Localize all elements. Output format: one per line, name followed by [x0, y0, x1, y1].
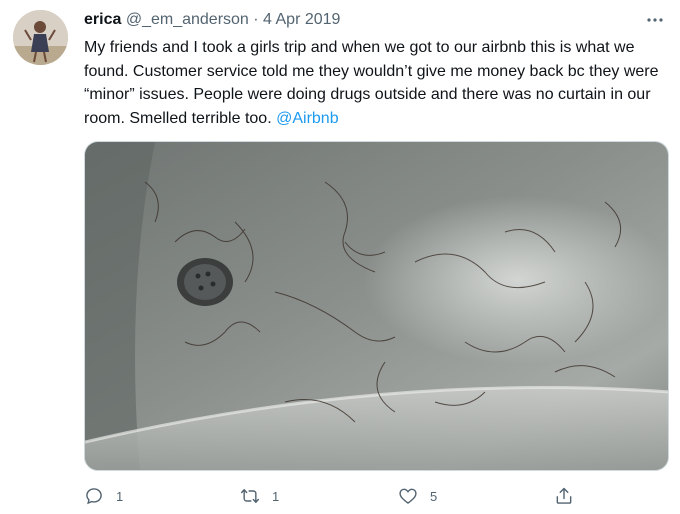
avatar[interactable] — [13, 10, 68, 65]
reply-count: 1 — [116, 488, 124, 504]
reply-bubble-icon — [86, 488, 102, 505]
reply-button[interactable]: 1 — [84, 484, 123, 508]
share-button[interactable] — [554, 484, 574, 508]
mention-link[interactable]: @Airbnb — [276, 110, 339, 127]
profile-photo — [13, 10, 68, 65]
tweet-text: My friends and I took a girls trip and w… — [84, 36, 664, 130]
tweet-body: My friends and I took a girls trip and w… — [84, 39, 659, 127]
bathtub-photo — [85, 142, 668, 470]
separator: · — [253, 11, 259, 28]
share-upload-icon — [556, 487, 572, 504]
retweet-count: 1 — [272, 488, 280, 504]
action-bar: 1 1 5 — [84, 484, 584, 508]
like-count: 5 — [430, 488, 438, 504]
tweet-header: erica @_em_anderson · 4 Apr 2019 — [84, 10, 340, 30]
display-name[interactable]: erica — [84, 11, 121, 28]
tweet-photo[interactable] — [84, 141, 669, 471]
handle[interactable]: @_em_anderson — [126, 11, 249, 28]
retweet-arrows-icon — [240, 489, 260, 503]
tweet: erica @_em_anderson · 4 Apr 2019 My frie… — [0, 0, 680, 514]
heart-icon — [399, 488, 417, 504]
retweet-button[interactable]: 1 — [240, 484, 279, 508]
like-button[interactable]: 5 — [398, 484, 437, 508]
tweet-date[interactable]: 4 Apr 2019 — [263, 11, 340, 28]
more-dots-icon[interactable] — [644, 10, 666, 30]
